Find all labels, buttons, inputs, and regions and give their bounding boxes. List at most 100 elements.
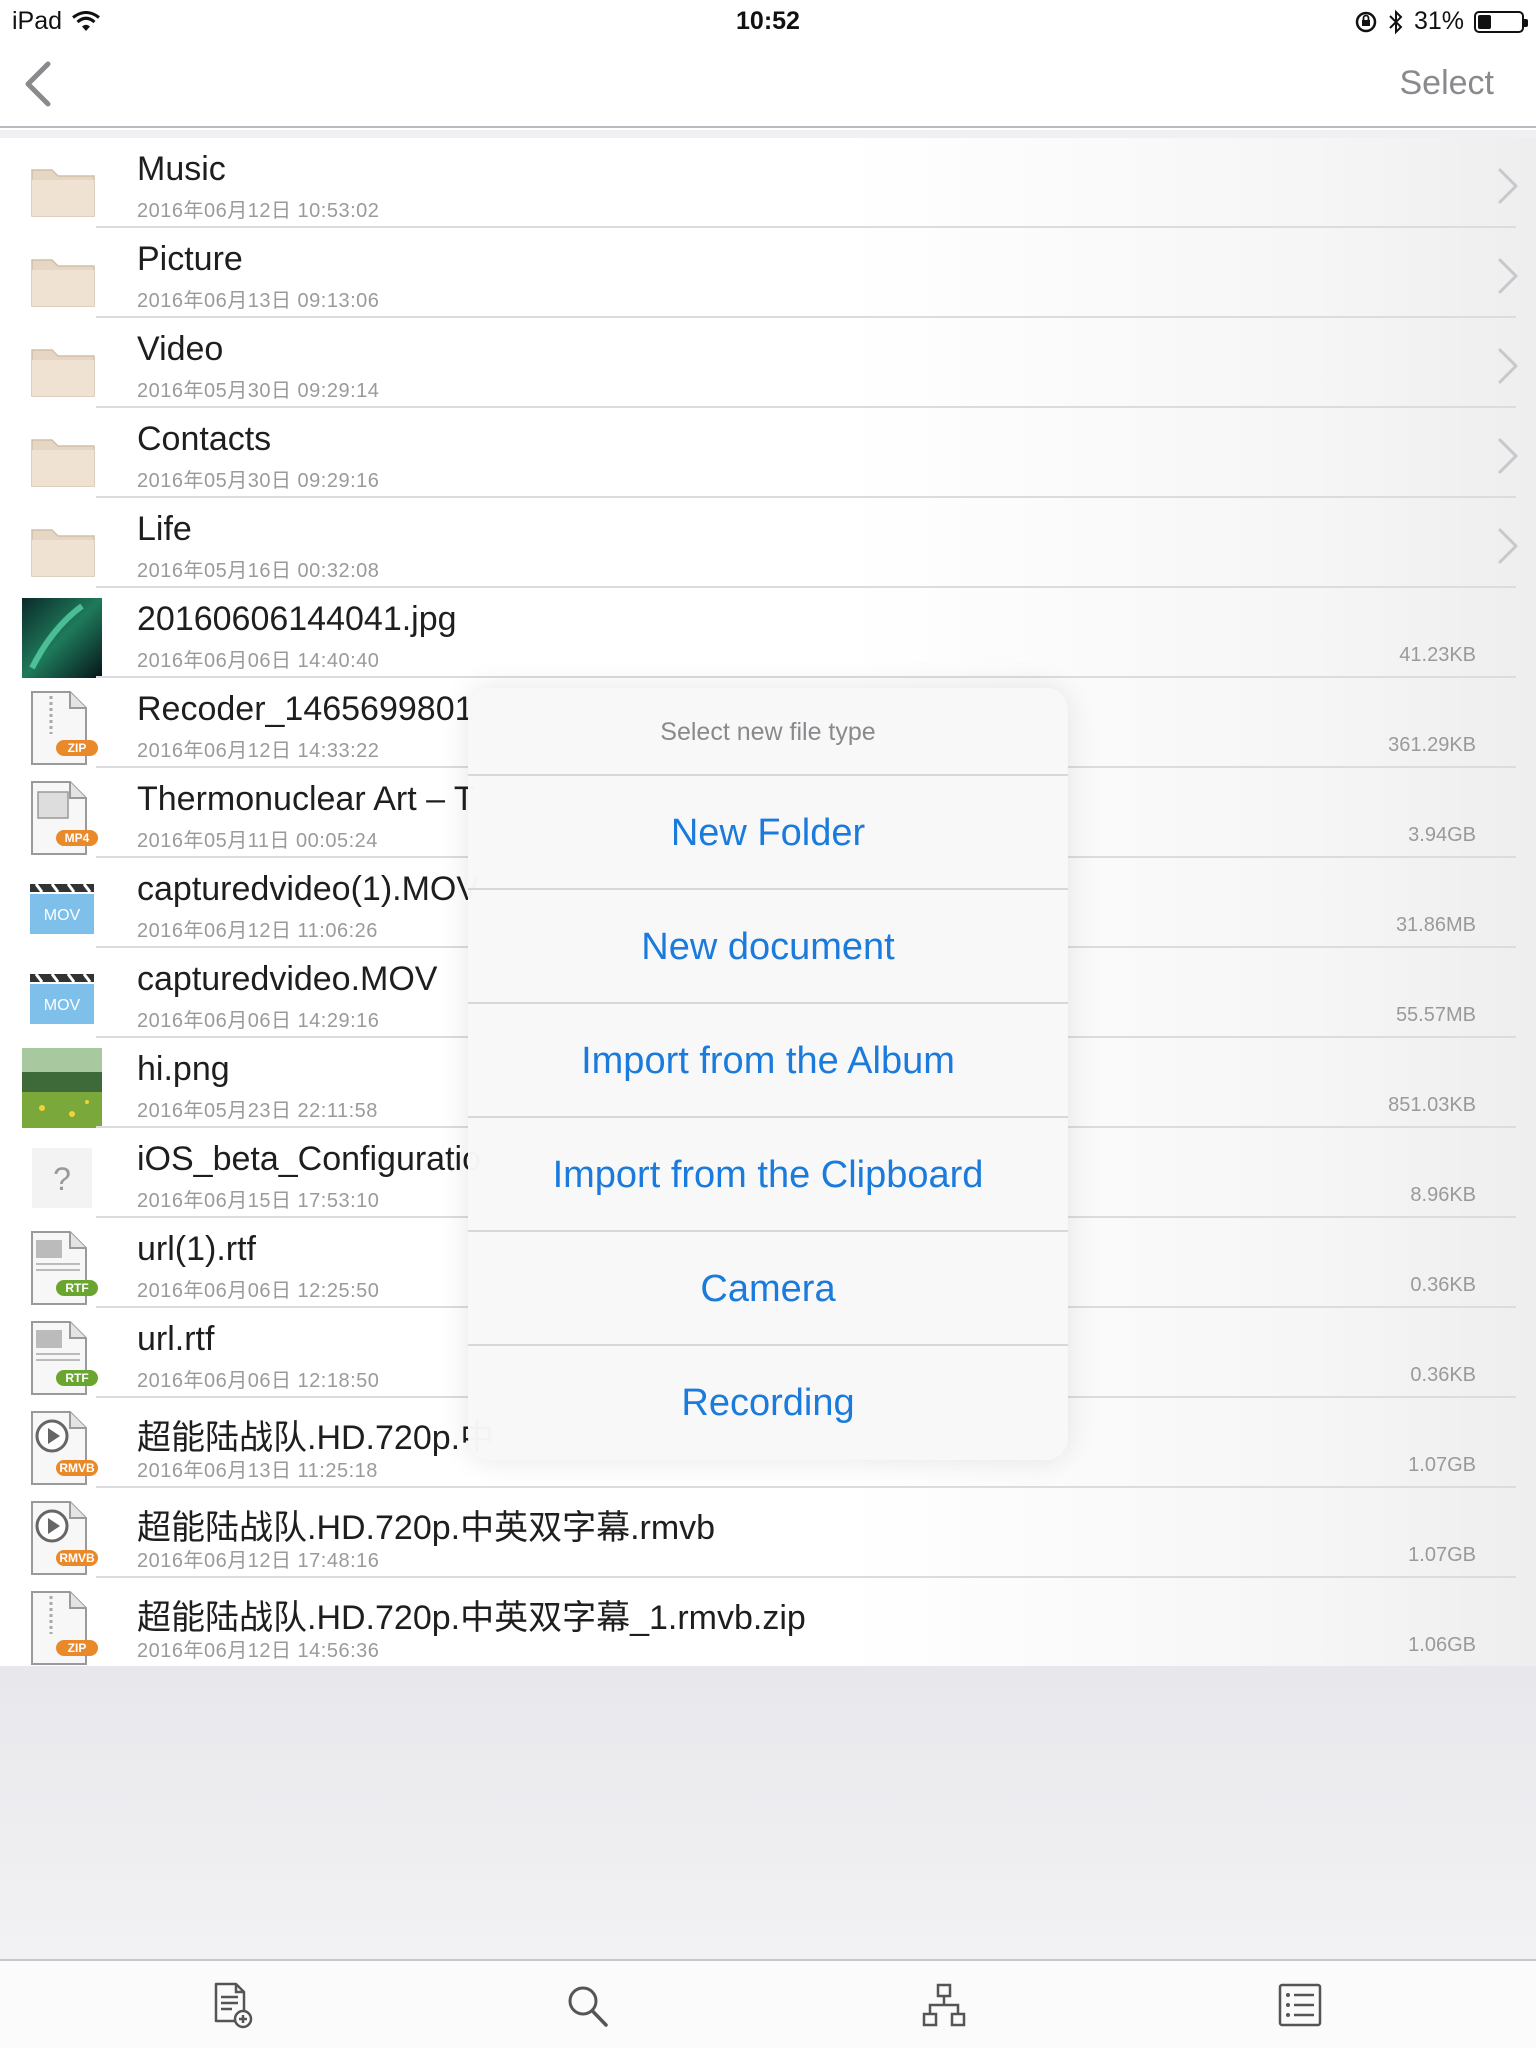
file-name: url.rtf: [137, 1320, 215, 1358]
file-date: 2016年06月06日 14:40:40: [137, 650, 380, 672]
rtf-file-icon: RTF: [22, 1318, 102, 1398]
battery-percent: 31%: [1413, 7, 1464, 35]
battery-level-fill: [1478, 14, 1491, 29]
rotation-lock-icon: [1355, 11, 1377, 32]
nav-separator: [0, 130, 1536, 138]
file-size: 3.94GB: [1408, 824, 1476, 846]
file-date: 2016年06月06日 14:29:16: [137, 1010, 380, 1032]
file-size: 0.36KB: [1410, 1364, 1476, 1386]
zip-file-icon: ZIP: [22, 688, 102, 768]
rmvb-file-icon: RMVB: [22, 1498, 102, 1578]
file-name: capturedvideo(1).MOV: [137, 870, 480, 908]
folder-icon: [22, 508, 102, 588]
chevron-right-icon: [1498, 528, 1518, 564]
zip-file-icon: ZIP: [22, 1588, 102, 1668]
hierarchy-icon[interactable]: [922, 1981, 966, 2029]
svg-text:RMVB: RMVB: [59, 1461, 95, 1475]
navigation-bar: Select: [0, 42, 1536, 128]
rmvb-file-icon: RMVB: [22, 1408, 102, 1488]
select-button[interactable]: Select: [1400, 64, 1495, 103]
meadow-thumbnail-icon: [22, 1048, 102, 1128]
mov-file-icon: MOV: [22, 868, 102, 948]
file-size: 8.96KB: [1410, 1184, 1476, 1206]
new-file-type-popover: Select new file type New Folder New docu…: [468, 688, 1068, 1460]
file-date: 2016年06月13日 09:13:06: [137, 290, 380, 312]
file-size: 31.86MB: [1395, 914, 1476, 936]
file-name: iOS_beta_Configuratio: [137, 1140, 482, 1178]
svg-text:MOV: MOV: [44, 907, 81, 924]
new-file-icon[interactable]: [210, 1981, 254, 2029]
file-size: 1.07GB: [1408, 1544, 1476, 1566]
file-size: 55.57MB: [1395, 1004, 1476, 1026]
status-right: 31%: [1354, 7, 1528, 36]
chevron-right-icon: [1498, 168, 1518, 204]
folder-row[interactable]: Video 2016年05月30日 09:29:14: [0, 318, 1536, 408]
bottom-toolbar: [0, 1959, 1536, 2048]
svg-text:MP4: MP4: [65, 831, 90, 845]
folder-row[interactable]: Music 2016年06月12日 10:53:02: [0, 138, 1536, 228]
status-bar: iPad 10:52 31%: [0, 0, 1536, 42]
svg-text:RTF: RTF: [65, 1371, 88, 1385]
file-date: 2016年06月12日 11:06:26: [137, 920, 378, 942]
file-date: 2016年05月30日 09:29:14: [137, 380, 380, 402]
unknown-file-icon: ?: [22, 1138, 102, 1218]
new-document-option[interactable]: New document: [468, 890, 1068, 1004]
file-row[interactable]: RMVB 超能陆战队.HD.720p.中英双字幕.rmvb 2016年06月12日 …: [0, 1488, 1536, 1578]
mp4-file-icon: MP4: [22, 778, 102, 858]
list-icon[interactable]: [1278, 1981, 1322, 2029]
import-album-option[interactable]: Import from the Album: [468, 1004, 1068, 1118]
file-name: Life: [137, 510, 192, 548]
file-name: Recoder_1465699801: [137, 690, 474, 728]
status-time: 10:52: [736, 7, 800, 35]
folder-icon: [22, 148, 102, 228]
file-date: 2016年05月16日 00:32:08: [137, 560, 380, 582]
new-folder-option[interactable]: New Folder: [468, 776, 1068, 890]
rtf-file-icon: RTF: [22, 1228, 102, 1308]
folder-icon: [22, 238, 102, 318]
file-date: 2016年06月06日 12:18:50: [137, 1370, 380, 1392]
file-name: 超能陆战队.HD.720p.中: [137, 1419, 495, 1457]
file-date: 2016年05月11日 00:05:24: [137, 830, 378, 852]
file-name: Picture: [137, 240, 243, 278]
file-date: 2016年06月12日 14:33:22: [137, 740, 380, 762]
chevron-right-icon: [1498, 348, 1518, 384]
folder-row[interactable]: Contacts 2016年05月30日 09:29:16: [0, 408, 1536, 498]
file-size: 41.23KB: [1399, 644, 1476, 666]
file-date: 2016年06月06日 12:25:50: [137, 1280, 380, 1302]
import-clipboard-option[interactable]: Import from the Clipboard: [468, 1118, 1068, 1232]
file-name: Contacts: [137, 420, 272, 458]
svg-text:ZIP: ZIP: [68, 1641, 87, 1655]
file-name: 超能陆战队.HD.720p.中英双字幕.rmvb: [137, 1509, 716, 1547]
file-date: 2016年06月12日 17:48:16: [137, 1550, 380, 1572]
file-name: 超能陆战队.HD.720p.中英双字幕_1.rmvb.zip: [137, 1599, 806, 1637]
chevron-right-icon: [1498, 258, 1518, 294]
file-date: 2016年06月12日 14:56:36: [137, 1640, 380, 1662]
folder-row[interactable]: Life 2016年05月16日 00:32:08: [0, 498, 1536, 588]
folder-icon: [22, 418, 102, 498]
search-icon[interactable]: [566, 1981, 610, 2029]
file-size: 0.36KB: [1410, 1274, 1476, 1296]
file-name: 20160606144041.jpg: [137, 600, 457, 638]
file-row[interactable]: ZIP 超能陆战队.HD.720p.中英双字幕_1.rmvb.zip 2016年06…: [0, 1578, 1536, 1668]
file-name: capturedvideo.MOV: [137, 960, 438, 998]
file-date: 2016年06月12日 10:53:02: [137, 200, 380, 222]
folder-row[interactable]: Picture 2016年06月13日 09:13:06: [0, 228, 1536, 318]
file-date: 2016年05月23日 22:11:58: [137, 1100, 378, 1122]
file-name: Thermonuclear Art – T: [137, 780, 475, 818]
file-name: Music: [137, 150, 226, 188]
svg-text:RMVB: RMVB: [59, 1551, 95, 1565]
chevron-right-icon: [1498, 438, 1518, 474]
file-date: 2016年06月13日 11:25:18: [137, 1460, 378, 1482]
aurora-thumbnail-icon: [22, 598, 102, 678]
back-chevron-icon[interactable]: [20, 60, 60, 108]
file-name: hi.png: [137, 1050, 230, 1088]
file-row[interactable]: 20160606144041.jpg 2016年06月06日 14:40:40 41…: [0, 588, 1536, 678]
popover-title: Select new file type: [468, 688, 1068, 776]
camera-option[interactable]: Camera: [468, 1232, 1068, 1346]
bluetooth-icon: [1389, 9, 1403, 34]
file-size: 851.03KB: [1388, 1094, 1476, 1116]
file-name: Video: [137, 330, 224, 368]
folder-icon: [22, 328, 102, 408]
file-date: 2016年06月15日 17:53:10: [137, 1190, 380, 1212]
recording-option[interactable]: Recording: [468, 1346, 1068, 1460]
